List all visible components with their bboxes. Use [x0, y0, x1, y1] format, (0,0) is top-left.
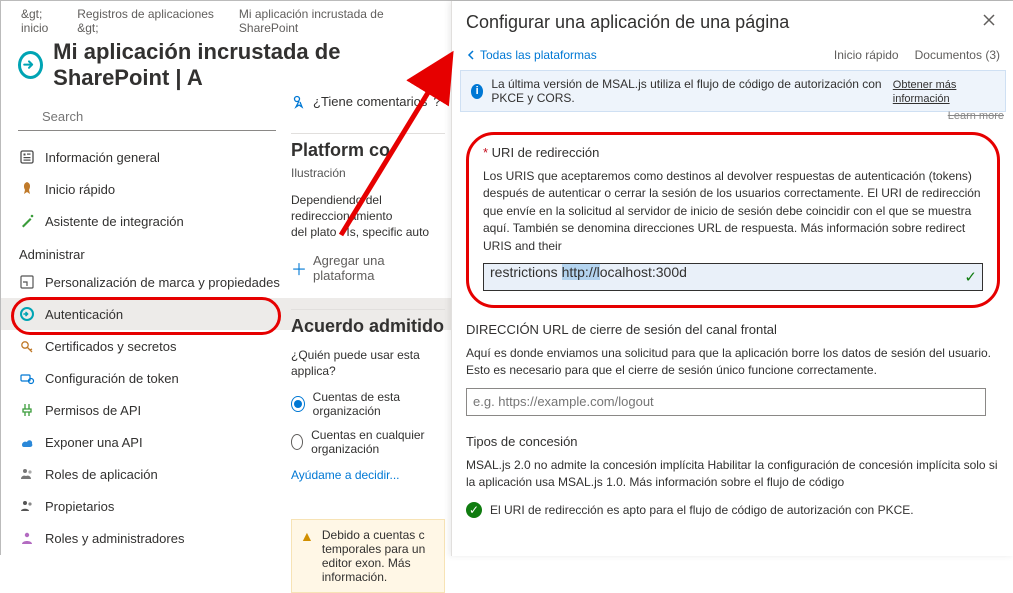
- nav-label: Inicio rápido: [45, 182, 115, 197]
- close-button[interactable]: [978, 9, 1000, 36]
- back-label: Todas las plataformas: [480, 48, 597, 62]
- overview-icon: [19, 149, 35, 165]
- redirect-uri-input[interactable]: restrictions http://localhost:300d: [483, 263, 983, 291]
- uri-label: URI de redirección: [483, 145, 983, 164]
- platform-desc: Dependiendo del redireccionamiento del p…: [291, 186, 445, 247]
- breadcrumb-appreg[interactable]: Registros de aplicaciones &gt;: [77, 7, 233, 35]
- breadcrumb-current: Mi aplicación incrustada de SharePoint: [239, 7, 439, 35]
- branding-icon: [19, 274, 35, 290]
- info-icon: i: [471, 84, 483, 99]
- nav-label: Roles y administradores: [45, 531, 184, 546]
- breadcrumb-home[interactable]: &gt; inicio: [21, 7, 71, 35]
- nav-label: Personalización de marca y propiedades: [45, 275, 280, 290]
- chevron-left-icon: [466, 50, 476, 60]
- annotation-highlight-uri: URI de redirección Los URIS que aceptare…: [466, 132, 1000, 308]
- radio-this-org[interactable]: Cuentas de esta organización: [291, 385, 445, 423]
- rocket-icon: [19, 181, 35, 197]
- search-input[interactable]: [18, 103, 276, 131]
- radio-label: Cuentas de esta organización: [313, 390, 445, 418]
- feedback-label: ¿Tiene comentarios: [313, 94, 427, 109]
- nav-label: Asistente de integración: [45, 214, 184, 229]
- radio-label: Cuentas en cualquier organización: [311, 428, 445, 456]
- flyout-header: Configurar una aplicación de una página: [452, 1, 1013, 40]
- logout-label: DIRECCIÓN URL de cierre de sesión del ca…: [466, 308, 1000, 341]
- api-permissions-icon: [19, 402, 35, 418]
- warning-text: Debido a cuentas c temporales para un ed…: [322, 528, 436, 584]
- info-text: La última versión de MSAL.js utiliza el …: [491, 77, 884, 105]
- flyout-body: URI de redirección Los URIS que aceptare…: [452, 122, 1013, 526]
- flyout-title: Configurar una aplicación de una página: [466, 12, 789, 33]
- certificate-icon: [19, 338, 35, 354]
- expose-api-icon: [19, 434, 35, 450]
- radio-icon: [291, 434, 303, 450]
- flyout-subheader: Todas las plataformas Inicio rápido Docu…: [452, 40, 1013, 68]
- grant-desc: MSAL.js 2.0 no admite la concesión implí…: [466, 453, 1000, 492]
- auth-icon: [19, 306, 35, 322]
- nav-label: Autenticación: [45, 307, 123, 322]
- quickstart-link[interactable]: Inicio rápido: [834, 48, 899, 62]
- middle-column: ¿Tiene comentarios? Platform co Ilustrac…: [291, 85, 451, 555]
- token-icon: [19, 370, 35, 386]
- page-title: Mi aplicación incrustada de SharePoint |…: [53, 39, 439, 91]
- agreement-title: Acuerdo admitido: [291, 309, 445, 341]
- radio-icon: [291, 396, 305, 412]
- nav-label: Información general: [45, 150, 160, 165]
- success-icon: ✓: [466, 502, 482, 518]
- warning-icon: ▲: [300, 528, 314, 584]
- add-platform-button[interactable]: ＋ Agregar una plataforma: [291, 247, 445, 283]
- warning-banner: ▲ Debido a cuentas c temporales para un …: [291, 519, 445, 593]
- info-banner: i La última versión de MSAL.js utiliza e…: [460, 70, 1006, 112]
- feedback-link[interactable]: ¿Tiene comentarios?: [291, 85, 445, 127]
- nav-label: Certificados y secretos: [45, 339, 177, 354]
- feedback-icon: [291, 93, 307, 109]
- uri-desc: Los URIS que aceptaremos como destinos a…: [483, 164, 983, 263]
- owners-icon: [19, 498, 35, 514]
- close-icon: [982, 13, 996, 27]
- uri-input-wrap: restrictions http://localhost:300d ✓: [483, 263, 983, 291]
- nav-label: Permisos de API: [45, 403, 141, 418]
- breadcrumb: &gt; inicio Registros de aplicaciones &g…: [1, 1, 451, 37]
- wand-icon: [19, 213, 35, 229]
- info-learn-more[interactable]: Learn more: [452, 110, 1013, 122]
- nav-label: Roles de aplicación: [45, 467, 158, 482]
- plus-icon: ＋: [291, 256, 307, 280]
- success-text: El URI de redirección es apto para el fl…: [490, 503, 914, 517]
- docs-link[interactable]: Documentos (3): [915, 48, 1000, 62]
- grant-label: Tipos de concesión: [466, 416, 1000, 453]
- info-more-link[interactable]: Obtener más información: [893, 77, 995, 105]
- flyout-panel: Configurar una aplicación de una página …: [451, 1, 1013, 556]
- logout-desc: Aquí es donde enviamos una solicitud par…: [466, 341, 1000, 388]
- roles-admins-icon: [19, 530, 35, 546]
- add-platform-label: Agregar una plataforma: [313, 253, 445, 283]
- back-all-platforms[interactable]: Todas las plataformas: [466, 48, 597, 62]
- agreement-who: ¿Quién puede usar esta applica?: [291, 341, 445, 385]
- radio-any-org[interactable]: Cuentas en cualquier organización: [291, 423, 445, 461]
- nav-label: Exponer una API: [45, 435, 143, 450]
- check-icon: ✓: [964, 268, 977, 286]
- nav-label: Propietarios: [45, 499, 114, 514]
- nav-label: Configuración de token: [45, 371, 179, 386]
- platform-title: Platform co Ilustración: [291, 133, 445, 186]
- app-roles-icon: [19, 466, 35, 482]
- help-decide-link[interactable]: Ayúdame a decidir...: [291, 461, 445, 489]
- success-row: ✓ El URI de redirección es apto para el …: [466, 492, 1000, 518]
- app-icon: [18, 51, 43, 79]
- logout-url-input[interactable]: [466, 388, 986, 416]
